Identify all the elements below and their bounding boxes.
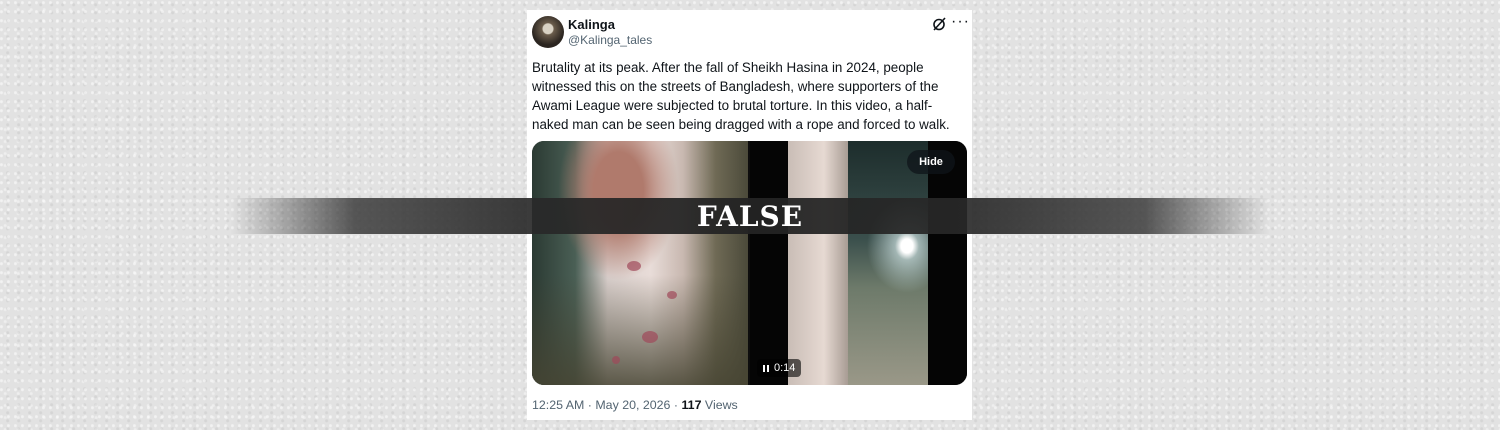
video-frame-right — [750, 141, 967, 385]
views-count: 117 — [681, 398, 702, 412]
pause-icon[interactable] — [763, 364, 769, 372]
author-handle[interactable]: @Kalinga_tales — [568, 33, 652, 47]
video-timer[interactable]: 0:14 — [757, 359, 802, 377]
verdict-banner: FALSE — [230, 198, 1270, 234]
views-label: Views — [701, 398, 738, 412]
more-icon[interactable]: ··· — [951, 13, 970, 31]
post-meta: 12:25 AM · May 20, 2026 · 117 Views — [532, 398, 738, 412]
verdict-label: FALSE — [696, 199, 804, 233]
author-name[interactable]: Kalinga — [568, 17, 615, 32]
avatar[interactable] — [532, 16, 564, 48]
video-frame-left — [532, 141, 748, 385]
post-video[interactable]: Hide 0:14 — [532, 141, 967, 385]
post-text: Brutality at its peak. After the fall of… — [532, 60, 950, 132]
video-duration: 0:14 — [774, 362, 796, 374]
grok-icon[interactable] — [931, 16, 947, 32]
hide-button[interactable]: Hide — [907, 150, 955, 174]
post-timestamp[interactable]: 12:25 AM · May 20, 2026 · — [532, 398, 681, 412]
